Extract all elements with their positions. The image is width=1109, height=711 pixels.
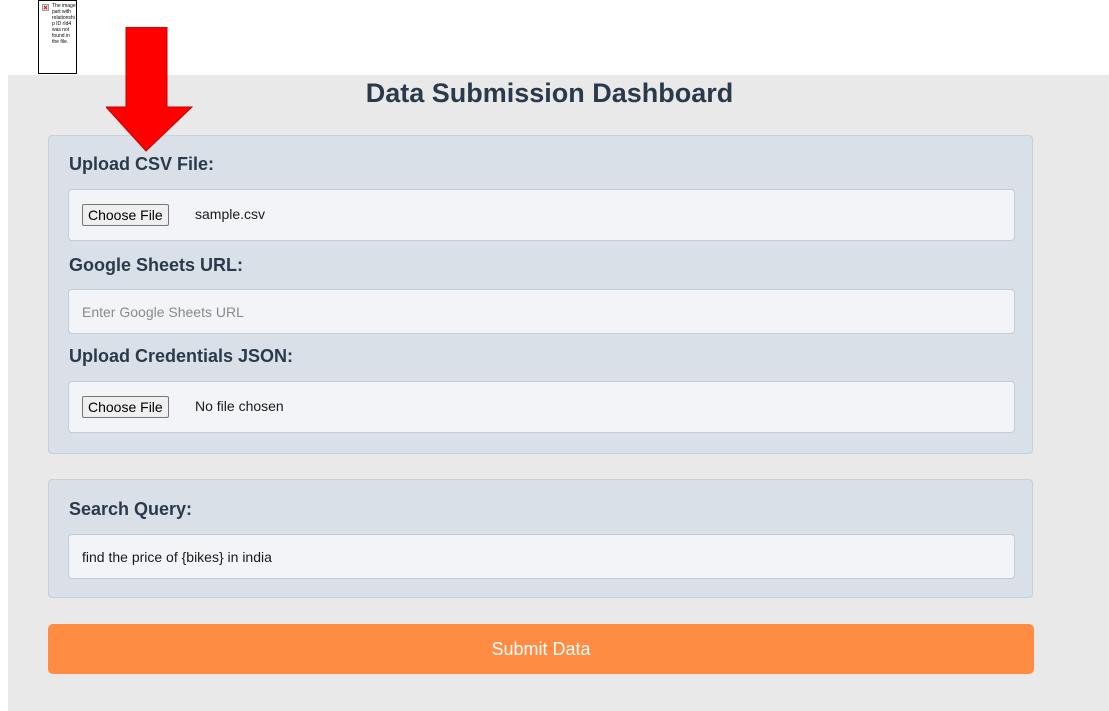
upload-csv-field: Choose File sample.csv (68, 189, 1015, 241)
credentials-file-name: No file chosen (195, 398, 284, 414)
broken-image-icon (42, 4, 49, 11)
search-panel: Search Query: (48, 479, 1033, 598)
broken-image-placeholder: The image part with relationship ID rId4… (38, 0, 77, 74)
upload-credentials-field: Choose File No file chosen (68, 381, 1015, 433)
submit-data-button[interactable]: Submit Data (48, 624, 1034, 674)
google-sheets-url-field (68, 289, 1015, 334)
csv-file-name: sample.csv (195, 206, 266, 222)
google-sheets-url-label: Google Sheets URL: (69, 255, 244, 275)
search-query-field (68, 534, 1015, 579)
red-arrow-down-icon (106, 27, 194, 152)
upload-credentials-label: Upload Credentials JSON: (69, 346, 294, 366)
broken-image-message: The image part with relationship ID rId4… (52, 3, 76, 45)
google-sheets-url-input[interactable] (69, 290, 1014, 333)
upload-panel: Upload CSV File: Choose File sample.csv … (48, 135, 1033, 454)
upload-csv-label: Upload CSV File: (69, 154, 215, 174)
choose-csv-file-button[interactable]: Choose File (82, 204, 169, 226)
search-query-input[interactable] (69, 535, 1014, 578)
dashboard-page: Data Submission Dashboard Upload CSV Fil… (8, 75, 1109, 711)
search-query-label: Search Query: (69, 499, 193, 519)
choose-credentials-file-button[interactable]: Choose File (82, 396, 169, 418)
